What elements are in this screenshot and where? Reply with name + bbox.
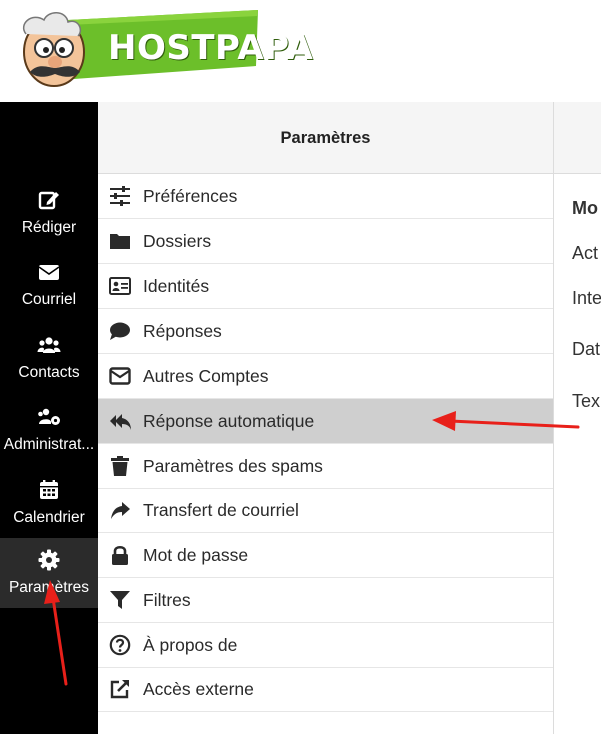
form-label-active: Act (572, 243, 599, 263)
settings-item-forwarding[interactable]: Transfert de courriel (98, 488, 553, 533)
page: HOSTPAPA Rédiger Courriel Contacts Admin… (0, 0, 601, 734)
settings-label: Accès externe (143, 679, 254, 699)
form-section-title: Mo (572, 198, 598, 218)
nav-item-settings[interactable]: Paramètres (0, 538, 98, 608)
settings-label: Identités (143, 276, 210, 296)
nav-label-calendar: Calendrier (13, 509, 85, 526)
gear-icon (38, 549, 60, 571)
sliders-icon (110, 186, 130, 206)
settings-label: Préférences (143, 186, 238, 206)
nav-item-compose[interactable]: Rédiger (0, 178, 98, 248)
settings-label: Réponse automatique (143, 411, 315, 431)
nav-item-mail[interactable]: Courriel (0, 250, 98, 320)
form-label-date: Dat (572, 339, 601, 359)
form-label-interval: Inte (572, 288, 601, 308)
share-icon (111, 502, 130, 519)
comment-icon (110, 322, 130, 340)
main-nav: Rédiger Courriel Contacts Administrat...… (0, 102, 98, 734)
settings-panel: Paramètres Préférences Dossiers Identité… (98, 102, 554, 734)
settings-label: Dossiers (143, 231, 212, 251)
settings-title: Paramètres (280, 129, 371, 147)
lock-icon (112, 545, 128, 565)
external-link-icon (110, 680, 129, 699)
settings-item-preferences[interactable]: Préférences (98, 174, 553, 219)
settings-item-filters[interactable]: Filtres (98, 578, 553, 623)
nav-item-admin[interactable]: Administrat... (0, 395, 98, 465)
hostpapa-logo[interactable]: HOSTPAPA (8, 6, 313, 92)
settings-item-folders[interactable]: Dossiers (98, 219, 553, 264)
filter-icon (110, 591, 130, 609)
settings-label: À propos de (143, 635, 238, 655)
nav-label-contacts: Contacts (18, 364, 80, 381)
trash-icon (111, 456, 129, 476)
nav-item-contacts[interactable]: Contacts (0, 323, 98, 393)
reply-all-icon (110, 414, 131, 430)
settings-label: Paramètres des spams (143, 456, 323, 476)
logo-text: HOSTPAPA (108, 28, 314, 68)
settings-header: Paramètres (98, 102, 553, 174)
settings-label: Filtres (143, 590, 191, 610)
settings-label: Réponses (143, 321, 222, 341)
question-circle-icon (109, 634, 131, 656)
id-card-icon (109, 277, 131, 295)
users-cog-icon (38, 408, 60, 425)
settings-item-spam[interactable]: Paramètres des spams (98, 444, 553, 489)
envelope-icon (38, 265, 60, 280)
settings-label: Autres Comptes (143, 366, 269, 386)
settings-item-external-access[interactable]: Accès externe (98, 667, 553, 712)
nav-label-admin: Administrat... (3, 436, 95, 453)
settings-label: Transfert de courriel (143, 500, 299, 520)
nav-item-calendar[interactable]: Calendrier (0, 468, 98, 538)
auto-reply-form-panel: Mo Act Inte Dat Tex (554, 102, 601, 734)
compose-icon (38, 191, 59, 210)
settings-item-responses[interactable]: Réponses (98, 309, 553, 354)
settings-item-identities[interactable]: Identités (98, 264, 553, 309)
envelope-outline-icon (109, 367, 131, 385)
settings-item-password[interactable]: Mot de passe (98, 533, 553, 578)
form-header (554, 102, 601, 174)
settings-item-about[interactable]: À propos de (98, 623, 553, 668)
settings-item-other-accounts[interactable]: Autres Comptes (98, 354, 553, 399)
nav-label-settings: Paramètres (8, 579, 90, 596)
users-icon (37, 337, 61, 353)
calendar-icon (40, 480, 58, 499)
settings-label: Mot de passe (143, 545, 249, 565)
nav-label-compose: Rédiger (21, 219, 77, 236)
form-label-text: Tex (572, 391, 601, 411)
settings-item-auto-reply[interactable]: Réponse automatique (98, 399, 553, 444)
nav-label-mail: Courriel (21, 291, 77, 308)
folder-icon (110, 234, 130, 249)
